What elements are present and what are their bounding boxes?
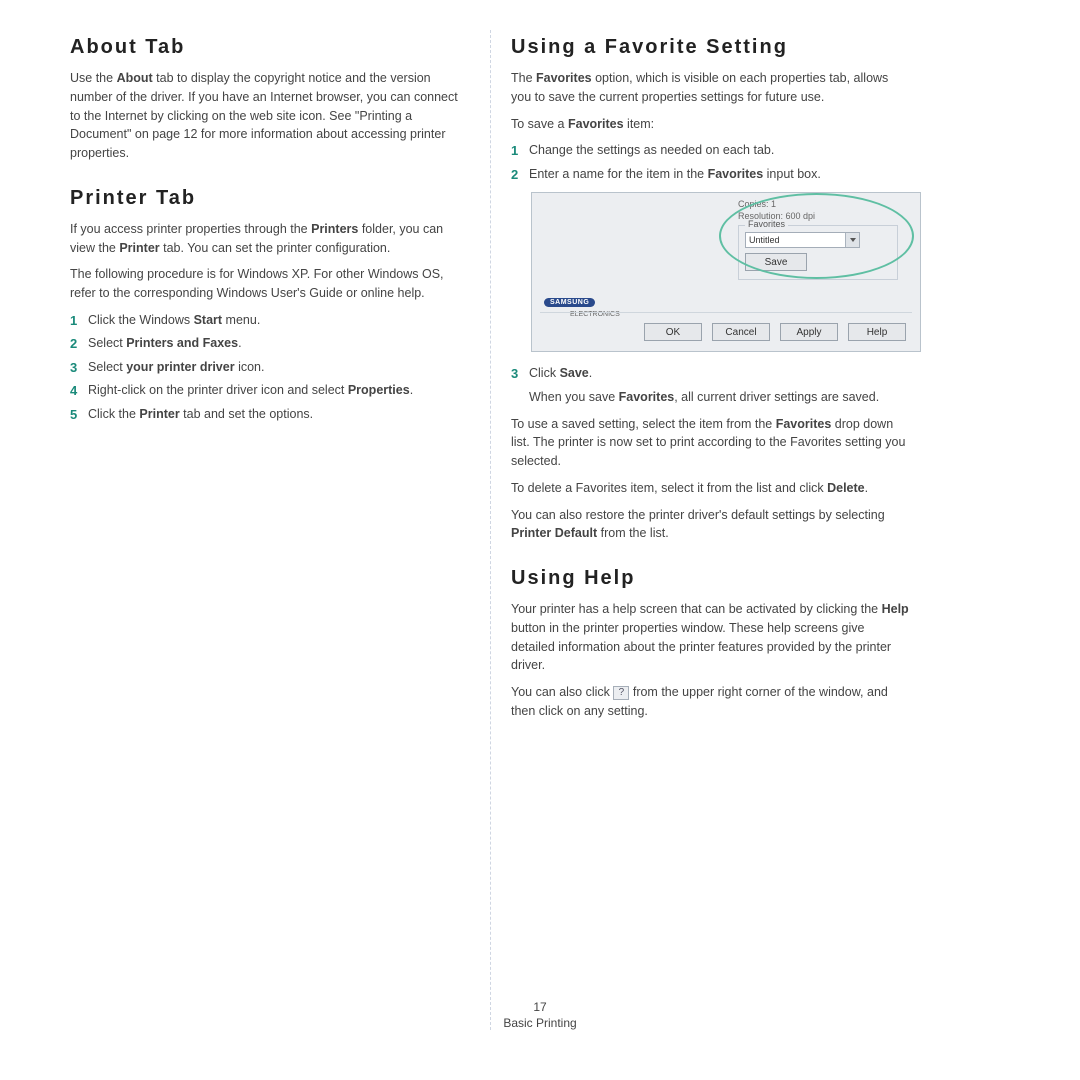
- left-column: About Tab Use the About tab to display t…: [50, 30, 490, 1030]
- favorites-save-lead: To save a Favorites item:: [511, 115, 911, 134]
- favorites-screenshot: Copies: 1 Resolution: 600 dpi Favorites …: [531, 192, 921, 352]
- favorites-selected-value: Untitled: [749, 235, 780, 245]
- heading-printer-tab: Printer Tab: [70, 187, 470, 210]
- question-mark-icon: ?: [613, 686, 629, 700]
- help-paragraph-1: Your printer has a help screen that can …: [511, 600, 911, 675]
- printer-tab-intro: If you access printer properties through…: [70, 220, 470, 258]
- favorites-dropdown[interactable]: Untitled: [745, 232, 860, 248]
- list-item: 1Click the Windows Start menu.: [70, 311, 470, 331]
- favorites-restore-default: You can also restore the printer driver'…: [511, 506, 911, 544]
- chevron-down-icon[interactable]: [845, 233, 859, 247]
- heading-favorite-setting: Using a Favorite Setting: [511, 36, 911, 59]
- help-button[interactable]: Help: [848, 323, 906, 341]
- favorites-step-3-note: When you save Favorites, all current dri…: [511, 388, 911, 407]
- cancel-button[interactable]: Cancel: [712, 323, 770, 341]
- list-item: 2Enter a name for the item in the Favori…: [511, 165, 911, 185]
- section-title: Basic Printing: [0, 1016, 1080, 1030]
- heading-about-tab: About Tab: [70, 36, 470, 59]
- list-item: 3Select your printer driver icon.: [70, 358, 470, 378]
- right-column: Using a Favorite Setting The Favorites o…: [491, 30, 931, 1030]
- printer-tab-steps: 1Click the Windows Start menu. 2Select P…: [70, 311, 470, 425]
- brand-logo: SAMSUNG ELECTRONICS: [544, 298, 595, 307]
- save-button[interactable]: Save: [745, 253, 807, 271]
- printer-tab-os-note: The following procedure is for Windows X…: [70, 265, 470, 303]
- list-item: 1Change the settings as needed on each t…: [511, 141, 911, 161]
- ok-button[interactable]: OK: [644, 323, 702, 341]
- page-footer: 17 Basic Printing: [0, 1000, 1080, 1030]
- list-item: 5Click the Printer tab and set the optio…: [70, 405, 470, 425]
- list-item: 2Select Printers and Faxes.: [70, 334, 470, 354]
- list-item: 3Click Save.: [511, 364, 911, 384]
- favorites-steps-1-2: 1Change the settings as needed on each t…: [511, 141, 911, 184]
- favorites-legend: Favorites: [745, 219, 788, 229]
- favorites-step-3: 3Click Save.: [511, 364, 911, 384]
- heading-using-help: Using Help: [511, 567, 911, 590]
- about-tab-paragraph: Use the About tab to display the copyrig…: [70, 69, 470, 163]
- apply-button[interactable]: Apply: [780, 323, 838, 341]
- favorites-use-saved: To use a saved setting, select the item …: [511, 415, 911, 471]
- list-item: 4Right-click on the printer driver icon …: [70, 381, 470, 401]
- favorites-intro: The Favorites option, which is visible o…: [511, 69, 911, 107]
- copies-info: Copies: 1: [738, 199, 898, 209]
- favorites-delete: To delete a Favorites item, select it fr…: [511, 479, 911, 498]
- page-number: 17: [0, 1000, 1080, 1014]
- favorites-groupbox: Favorites Untitled Save: [738, 225, 898, 280]
- help-paragraph-2: You can also click ? from the upper righ…: [511, 683, 911, 721]
